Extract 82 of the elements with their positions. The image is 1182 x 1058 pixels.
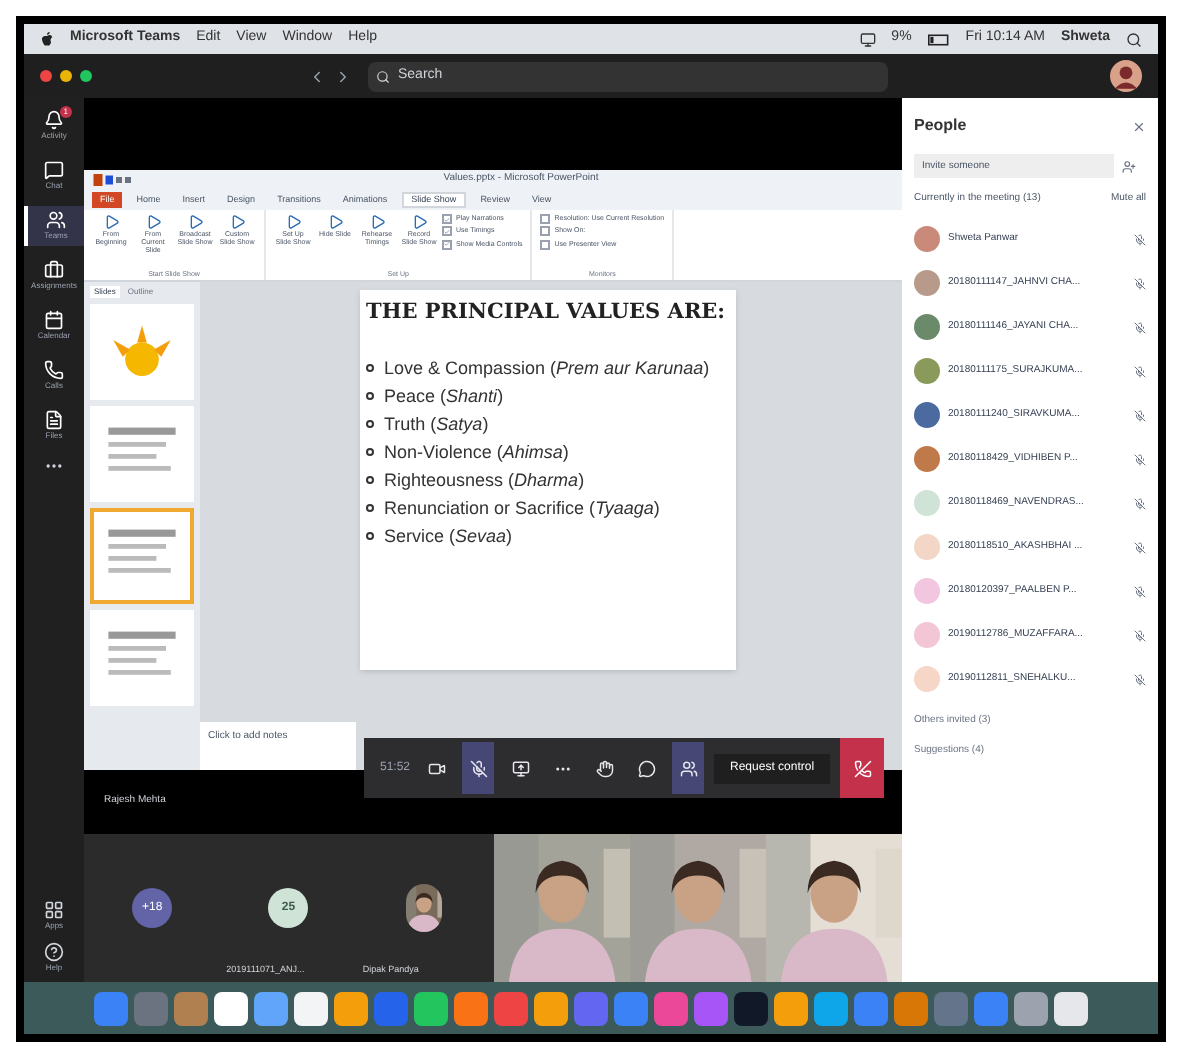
battery-icon[interactable] — [927, 33, 950, 45]
slide-thumbnail[interactable] — [90, 610, 194, 706]
bullet-icon — [366, 504, 374, 512]
dock-app-icon[interactable] — [534, 991, 568, 1025]
checkbox[interactable] — [540, 214, 551, 225]
rail-icon — [44, 310, 64, 330]
slide-thumbnail[interactable] — [90, 406, 194, 502]
help-icon — [44, 942, 64, 962]
apps-icon — [44, 900, 64, 920]
play-icon — [187, 214, 203, 230]
mic-off-icon[interactable] — [1134, 541, 1146, 553]
mic-off-icon[interactable] — [1134, 673, 1146, 685]
mic-off-icon[interactable] — [1134, 629, 1146, 641]
play-icon — [285, 214, 301, 230]
dock-app-icon[interactable] — [414, 991, 448, 1025]
checkbox[interactable] — [442, 226, 452, 237]
dock-app-icon[interactable] — [214, 991, 248, 1025]
bullet-icon — [366, 392, 374, 400]
dock-app-icon[interactable] — [334, 991, 368, 1025]
dock-app-icon[interactable] — [294, 991, 328, 1025]
back-icon[interactable] — [308, 67, 326, 85]
rail-icon — [44, 110, 64, 130]
hang-up-icon — [853, 759, 872, 777]
checkbox[interactable] — [442, 239, 452, 250]
bullet-icon — [366, 364, 374, 372]
hand-icon — [595, 759, 614, 777]
play-icon — [103, 214, 119, 230]
play-icon — [145, 214, 161, 230]
bullet-text: Righteousness (Dharma) — [384, 468, 585, 494]
dock-app-icon[interactable] — [1054, 991, 1088, 1025]
share-icon — [511, 759, 530, 777]
mic-off-icon[interactable] — [1134, 277, 1146, 289]
avatar[interactable] — [1110, 60, 1142, 92]
bullet-text: Service (Sevaa) — [384, 524, 513, 550]
mic-off-icon[interactable] — [1134, 321, 1146, 333]
dock-app-icon[interactable] — [774, 991, 808, 1025]
panel-title: People — [914, 114, 967, 138]
display-icon[interactable] — [859, 31, 876, 47]
rail-icon — [44, 410, 64, 430]
search-icon — [376, 69, 390, 83]
mic-off-icon[interactable] — [1134, 585, 1146, 597]
bullet-icon — [366, 532, 374, 540]
slide-thumbnail[interactable] — [90, 508, 194, 604]
mic-off-icon[interactable] — [1134, 409, 1146, 421]
checkbox[interactable] — [540, 226, 551, 237]
rail-icon — [44, 360, 64, 380]
bullet-text: Peace (Shanti) — [384, 384, 504, 410]
play-icon — [411, 214, 427, 230]
rail-icon — [44, 160, 64, 180]
mic-off-icon[interactable] — [1134, 453, 1146, 465]
play-icon — [369, 214, 385, 230]
bullet-text: Truth (Satya) — [384, 412, 489, 438]
bullet-icon — [366, 476, 374, 484]
people-button[interactable] — [672, 742, 705, 794]
apple-icon[interactable] — [40, 31, 54, 47]
close-icon[interactable] — [1132, 119, 1146, 133]
forward-icon[interactable] — [334, 67, 352, 85]
play-icon — [229, 214, 245, 230]
slide-title: THE PRINCIPAL VALUES ARE: — [366, 298, 726, 326]
mic-off-icon[interactable] — [1134, 365, 1146, 377]
bullet-text: Renunciation or Sacrifice (Tyaaga) — [384, 496, 660, 522]
mic-button[interactable] — [462, 742, 495, 794]
hang-up-button[interactable] — [840, 738, 885, 798]
rail-icon — [46, 210, 66, 230]
bullet-icon — [366, 448, 374, 456]
slide-thumbnail[interactable] — [90, 304, 194, 400]
bullet-icon — [366, 420, 374, 428]
people-icon — [679, 759, 698, 777]
rail-icon — [44, 260, 64, 280]
bullet-text: Non-Violence (Ahimsa) — [384, 440, 569, 466]
video-icon — [427, 759, 446, 777]
checkbox[interactable] — [540, 239, 551, 250]
checkbox[interactable] — [442, 214, 452, 225]
mic-off-icon[interactable] — [1134, 233, 1146, 245]
mic-icon — [469, 759, 488, 777]
mic-off-icon[interactable] — [1134, 497, 1146, 509]
share-invite-icon[interactable] — [1122, 159, 1136, 173]
bullet-text: Love & Compassion (Prem aur Karunaa) — [384, 356, 710, 382]
search-icon[interactable] — [1126, 31, 1142, 47]
dock-app-icon[interactable] — [1014, 991, 1048, 1025]
chat-icon — [637, 759, 656, 777]
play-icon — [327, 214, 343, 230]
